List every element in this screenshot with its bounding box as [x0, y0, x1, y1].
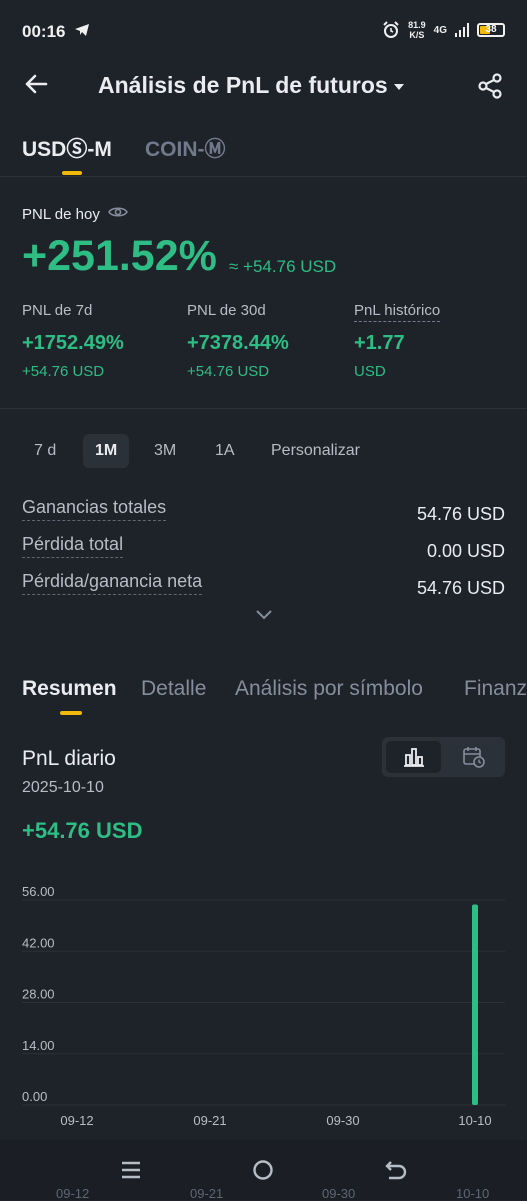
y-tick-label: 14.00: [22, 1038, 55, 1053]
total-loss-label[interactable]: Pérdida total: [22, 534, 124, 558]
period-1m[interactable]: 1M: [83, 434, 130, 468]
period-1a[interactable]: 1A: [215, 442, 235, 460]
divider: [0, 176, 527, 177]
chart-view-toggle: [382, 737, 505, 777]
y-tick-label: 28.00: [22, 987, 55, 1002]
ghost-label: 09-30: [322, 1186, 356, 1201]
stat-sub-7d: +54.76 USD: [22, 363, 105, 380]
menu-icon[interactable]: [120, 1160, 142, 1185]
caret-down-icon: [393, 83, 404, 90]
pnl-today-percent: +251.52%: [22, 232, 217, 280]
y-tick-label: 42.00: [22, 935, 55, 950]
net-pnl-value: 54.76 USD: [416, 578, 505, 598]
total-gains-value: 54.76 USD: [416, 504, 505, 524]
ghost-label: 10-10: [456, 1186, 490, 1201]
telegram-icon: [74, 23, 90, 41]
total-gains-label[interactable]: Ganancias totales: [22, 497, 167, 521]
signal-icon: [455, 23, 469, 37]
calendar-clock-icon: [462, 747, 485, 768]
tab-clip: Finanz: [464, 677, 527, 705]
tab-coin-m[interactable]: COIN-Ⓜ: [145, 133, 226, 163]
x-tick-label: 09-21: [193, 1113, 226, 1128]
tab-indicator: [60, 711, 82, 715]
share-button[interactable]: [476, 72, 504, 100]
bar: [472, 904, 478, 1105]
tab-indicator: [62, 171, 82, 175]
status-time: 00:16: [22, 22, 66, 41]
net-pnl-label[interactable]: Pérdida/ganancia neta: [22, 571, 203, 595]
stat-value-historic: +1.77: [354, 332, 405, 354]
stat-value-30d: +7378.44%: [187, 332, 289, 354]
calendar-view-button[interactable]: [446, 741, 501, 773]
daily-pnl-value: +54.76 USD: [22, 818, 143, 843]
stat-sub-30d: +54.76 USD: [187, 363, 270, 380]
tab-resumen[interactable]: Resumen: [22, 677, 117, 701]
bar-chart-icon: [403, 748, 424, 767]
stat-label-30d: PNL de 30d: [187, 302, 266, 319]
battery-icon: 38: [477, 23, 505, 37]
x-tick-label: 09-30: [326, 1113, 359, 1128]
stat-sub-historic: USD: [354, 363, 386, 380]
pnl-today-label: PNL de hoy: [22, 205, 128, 223]
network-type: 4G: [433, 24, 447, 36]
tab-finanzas[interactable]: Finanz: [464, 677, 527, 701]
daily-pnl-date: 2025-10-10: [22, 779, 104, 796]
x-tick-label: 09-12: [60, 1113, 93, 1128]
y-tick-label: 56.00: [22, 884, 55, 899]
stat-label-historic[interactable]: PnL histórico: [354, 302, 441, 322]
period-3m[interactable]: 3M: [154, 442, 176, 460]
ghost-label: 09-12: [56, 1186, 90, 1201]
pnl-today-usd: ≈ +54.76 USD: [229, 257, 337, 276]
period-7d[interactable]: 7 d: [34, 442, 56, 460]
alarm-icon: [383, 21, 399, 38]
status-right-group: 81.9 K/S 4G 38: [382, 20, 505, 40]
daily-pnl-chart: 0.00 14.00 28.00 42.00 56.00 09-12 09-21 09-30 1…: [22, 884, 505, 1128]
arrow-left-icon: [25, 74, 48, 94]
total-loss-value: 0.00 USD: [426, 541, 505, 561]
stat-value-7d: +1752.49%: [22, 332, 124, 354]
x-tick-label: 10-10: [458, 1113, 491, 1128]
divider: [0, 408, 527, 409]
back-button[interactable]: [22, 70, 52, 100]
stat-label-7d: PNL de 7d: [22, 302, 93, 319]
bar-chart-view-button[interactable]: [386, 741, 441, 773]
tab-analisis-simbolo[interactable]: Análisis por símbolo: [235, 677, 423, 701]
back-icon[interactable]: [384, 1159, 408, 1186]
share-icon: [478, 73, 502, 99]
y-tick-label: 0.00: [22, 1089, 47, 1104]
home-circle-icon[interactable]: [252, 1159, 274, 1186]
ghost-label: 09-21: [190, 1186, 224, 1201]
daily-pnl-title: PnL diario: [22, 747, 116, 770]
chevron-down-icon[interactable]: [255, 608, 273, 622]
network-speed: 81.9 K/S: [408, 20, 426, 40]
page-title: Análisis de PnL de futuros: [98, 72, 388, 98]
tab-usds-m[interactable]: USDⓈ-M: [22, 133, 112, 163]
tab-detalle[interactable]: Detalle: [141, 677, 206, 701]
status-bar: 00:16 81.9 K/S 4G 38: [0, 0, 527, 64]
page-title-dropdown[interactable]: Análisis de PnL de futuros: [98, 72, 404, 99]
system-nav-bar: 09-12 09-21 09-30 10-10: [0, 1140, 527, 1201]
eye-icon[interactable]: [107, 205, 128, 223]
period-custom[interactable]: Personalizar: [271, 442, 360, 460]
